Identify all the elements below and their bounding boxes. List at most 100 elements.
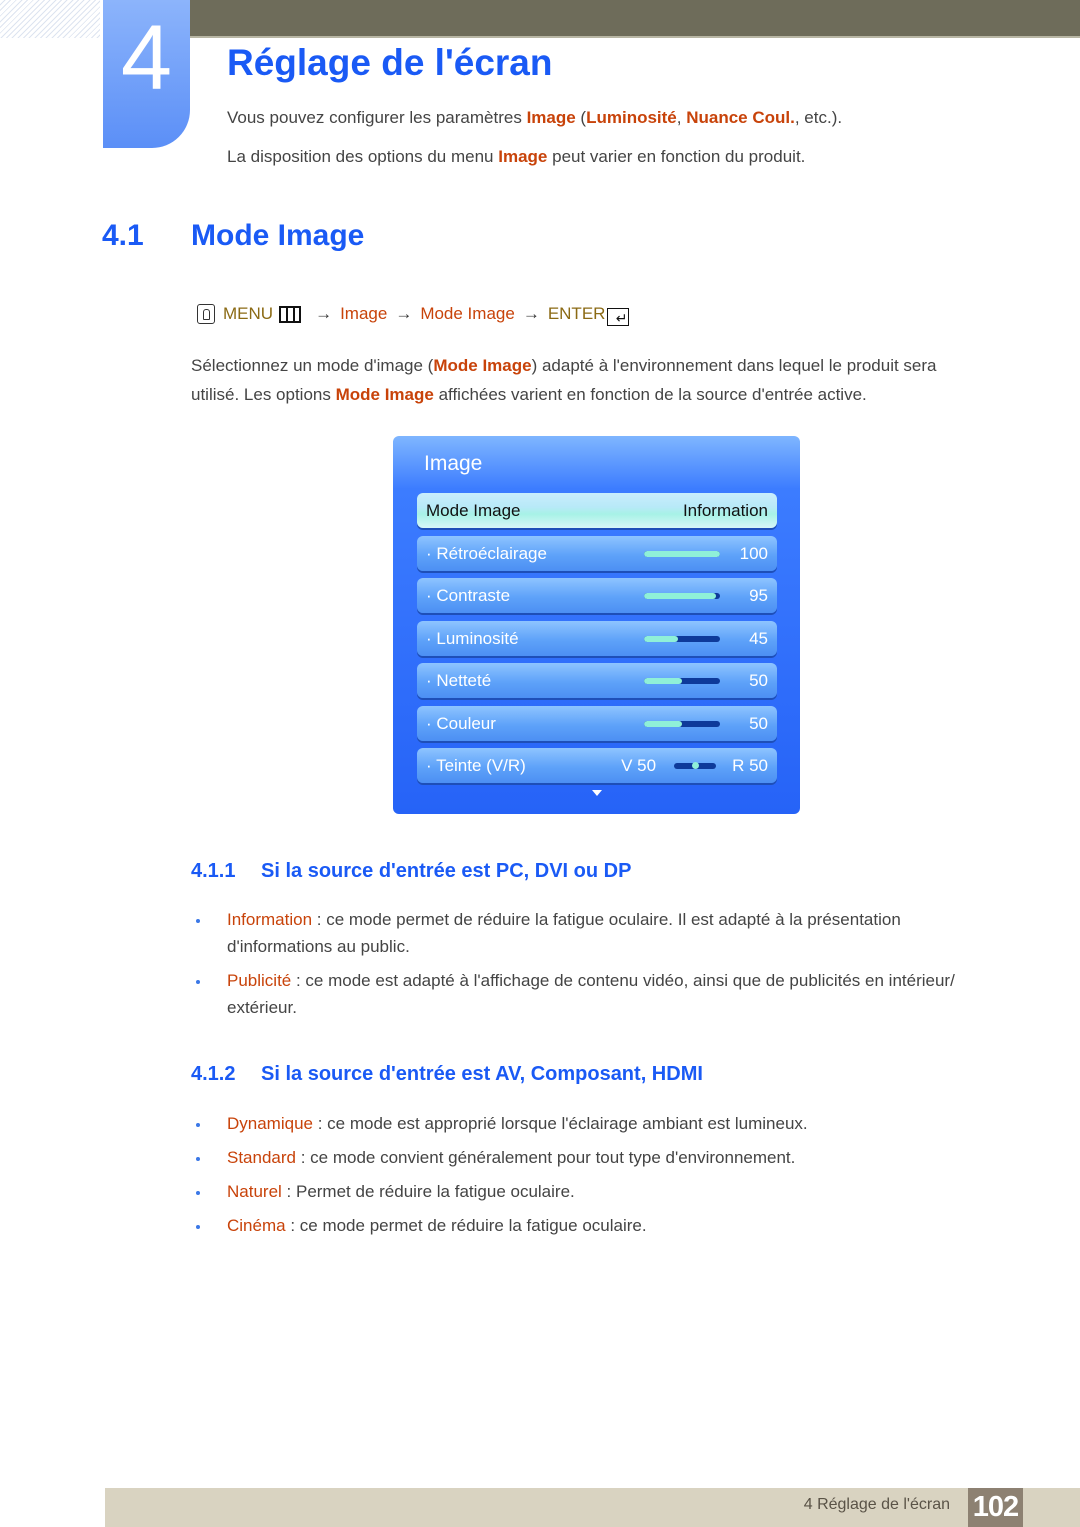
osd-row-value: 50 [749,670,768,690]
path-step-image: Image [340,304,388,323]
arrow-icon: → [522,304,540,323]
mode-description: : ce mode permet de réduire la fatigue o… [285,1216,647,1235]
osd-row-mode-image[interactable]: Mode Image Information [417,493,777,528]
intro-text: , [676,108,687,127]
mode-list-av: Dynamique : ce mode est approprié lorsqu… [196,1110,996,1239]
chapter-number: 4 [120,7,173,109]
subsection-name: Si la source d'entrée est AV, Composant,… [261,1063,703,1085]
arrow-icon: → [395,304,413,323]
slider-fill [644,592,717,599]
mode-term: Naturel [227,1182,282,1201]
mode-description: : ce mode permet de réduire la fatigue o… [227,910,901,956]
osd-row-label: · Rétroéclairage [426,543,547,563]
tint-green-value: V 50 [621,755,657,775]
term-mode-image: Mode Image [335,384,434,404]
tint-slider-knob[interactable] [692,761,700,769]
level-slider[interactable] [644,635,720,642]
path-step-mode-image: Mode Image [420,304,515,323]
mode-term: Dynamique [227,1114,313,1133]
list-item: Cinéma : ce mode permet de réduire la fa… [196,1212,996,1239]
osd-row-couleur[interactable]: · Couleur 50 [417,706,777,741]
osd-row-value: 100 [739,543,768,563]
osd-row-contraste[interactable]: · Contraste 95 [417,578,777,613]
subsection-title: 4.1.1 Si la source d'entrée est PC, DVI o… [191,858,631,884]
page-number: 102 [968,1488,1023,1527]
term-image: Image [498,147,548,166]
slider-fill [644,635,679,642]
mode-description: : ce mode convient généralement pour tou… [296,1148,796,1167]
level-slider[interactable] [644,550,720,557]
osd-image-menu: Image Mode Image Information · Rétroécla… [393,436,800,814]
menu-icon [279,305,302,323]
term-nuance-coul: Nuance Coul. [686,108,795,127]
intro-text: La disposition des options du menu [227,147,499,166]
section-number: 4.1 [102,219,144,252]
mode-description: : ce mode est approprié lorsque l'éclair… [313,1114,808,1133]
chapter-title: Réglage de l'écran [227,42,553,83]
intro-line-2: La disposition des options du menu Image… [227,146,805,168]
menu-label: MENU [223,304,274,323]
osd-row-nettete[interactable]: · Netteté 50 [417,663,777,698]
osd-row-teinte[interactable]: · Teinte (V/R) V 50 R 50 [417,748,777,783]
enter-label: ENTER [547,304,606,323]
menu-path: MENU → Image → Mode Image → ENTER [197,302,630,330]
intro-text: , etc.). [794,108,843,127]
slider-fill [644,677,682,684]
term-luminosite: Luminosité [586,108,677,127]
level-slider[interactable] [644,720,720,727]
down-arrow-icon[interactable] [592,790,602,796]
osd-row-luminosite[interactable]: · Luminosité 45 [417,621,777,656]
level-slider[interactable] [644,677,720,684]
tint-red-value: R 50 [732,755,768,775]
list-item: Naturel : Permet de réduire la fatigue o… [196,1178,996,1205]
level-slider[interactable] [644,592,720,599]
mode-description: : Permet de réduire la fatigue oculaire. [281,1182,575,1201]
paragraph-text: affichées varient en fonction de la sour… [433,384,867,404]
section-title: 4.1 Mode Image [102,216,364,256]
decorative-hatch [0,0,100,38]
osd-row-label: · Contraste [426,585,511,605]
mode-term: Cinéma [227,1216,286,1235]
subsection-name: Si la source d'entrée est PC, DVI ou DP [261,860,632,882]
osd-row-value: 50 [749,713,768,733]
osd-row-label: · Luminosité [426,628,519,648]
intro-text: Vous pouvez configurer les paramètres [227,108,527,127]
osd-row-label: Mode Image [426,500,521,520]
mode-list-pc: Information : ce mode permet de réduire … [196,906,996,1021]
list-item: Dynamique : ce mode est approprié lorsqu… [196,1110,996,1137]
subsection-number: 4.1.2 [191,1063,236,1085]
osd-row-label: · Couleur [426,713,496,733]
osd-row-value: 95 [749,585,768,605]
intro-line-1: Vous pouvez configurer les paramètres Im… [227,107,842,129]
mode-term: Standard [227,1148,296,1167]
list-item: Information : ce mode permet de réduire … [196,906,996,960]
chapter-badge: 4 [103,0,190,148]
intro-text: peut varier en fonction du produit. [547,147,806,166]
list-item: Publicité : ce mode est adapté à l'affic… [196,967,996,1021]
list-item: Standard : ce mode convient généralement… [196,1144,996,1171]
term-image: Image [526,108,576,127]
slider-fill [644,550,720,557]
section-name: Mode Image [191,219,365,252]
header-bar [180,0,1080,38]
mode-term: Publicité [227,971,292,990]
osd-title: Image [424,452,483,475]
osd-row-label: · Netteté [426,670,492,690]
slider-fill [644,720,682,727]
osd-row-value: Information [682,500,768,520]
osd-row-value: 45 [749,628,768,648]
hand-remote-icon [197,304,215,324]
subsection-title: 4.1.2 Si la source d'entrée est AV, Compo… [191,1061,703,1087]
paragraph-text: Sélectionnez un mode d'image ( [191,356,434,375]
mode-description: : ce mode est adapté à l'affichage de co… [227,971,955,1017]
footer-chapter-label: 4 Réglage de l'écran [803,1496,950,1513]
tint-slider[interactable] [674,761,717,769]
enter-icon [607,306,630,330]
osd-row-label: · Teinte (V/R) [426,755,526,775]
mode-term: Information [227,910,313,929]
subsection-number: 4.1.1 [191,860,236,882]
intro-text: ( [575,108,587,127]
description-paragraph: Sélectionnez un mode d'image ( Mode Image… [191,352,981,409]
osd-row-retroeclairage[interactable]: · Rétroéclairage 100 [417,536,777,571]
arrow-icon: → [315,304,333,323]
